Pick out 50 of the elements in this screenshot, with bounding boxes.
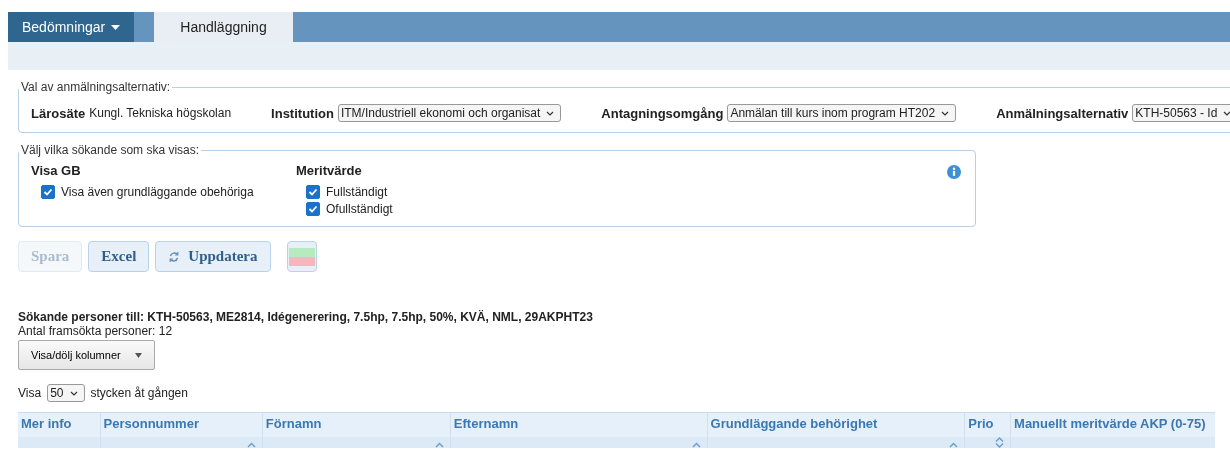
column-toggle-button[interactable]: Visa/dölj kolumner [18,340,155,370]
select-field[interactable]: KTH-50563 - Id [1132,104,1230,122]
chevron-down-icon [941,110,950,116]
column-header[interactable]: Efternamn [449,413,707,448]
caret-down-icon [134,352,142,358]
checkbox[interactable] [306,202,320,216]
result-count: Antal framsökta personer: 12 [18,324,174,338]
color-legend-button[interactable] [286,241,317,272]
info-icon[interactable] [947,165,961,179]
checkmark-icon [43,187,53,197]
column-header[interactable]: Mer info [18,413,100,448]
field-label: Institution [271,105,334,121]
checkbox[interactable] [41,185,55,199]
sort-ascending-icon[interactable] [691,442,701,448]
page-size-label: stycken åt gången [90,386,188,400]
checkbox-label: Ofullständigt [326,202,393,216]
fieldset-legend: Välj vilka sökande som ska visas: [19,143,202,157]
color-swatch-icon [288,247,315,266]
nav-tab[interactable]: Bedömningar [8,12,135,42]
checkbox[interactable] [306,185,320,199]
column-header[interactable]: Förnamn [261,413,450,448]
sort-ascending-icon[interactable] [246,442,256,448]
sort-icon[interactable] [995,437,1005,448]
group-title: Visa GB [31,163,82,178]
checkbox-label: Visa även grundläggande obehöriga [61,185,254,199]
select-field[interactable]: Anmälan till kurs inom program HT202 [727,104,957,122]
column-header[interactable]: Grundläggande behörighet [706,413,965,448]
field-value: Kungl. Tekniska högskolan [89,106,232,120]
checkbox-label: Fullständigt [326,185,388,199]
column-header[interactable]: Manuellt meritvärde AKP (0-75) [1010,413,1215,448]
chevron-down-icon [1223,110,1230,116]
column-header[interactable]: Personnummer [99,413,262,448]
action-button[interactable]: Excel [88,241,150,272]
field-label: Antagningsomgång [601,105,724,121]
select-field[interactable]: ITM/Industriell ekonomi och organisat [337,104,562,122]
page-size-label: Visa [18,386,42,400]
chevron-down-icon [546,110,555,116]
sort-ascending-icon[interactable] [434,442,444,448]
refresh-button[interactable]: Uppdatera [155,241,271,272]
group-title: Meritvärde [296,163,363,178]
page-size-select[interactable]: 50 [47,384,85,402]
results-heading: Sökande personer till: KTH-50563, ME2814, Idégenerering, 7.5hp, 7.5hp, 50%, KVÄ, NML, 29AKPHT23 [18,310,594,324]
column-header[interactable]: Prio [964,413,1011,448]
refresh-icon [168,250,181,263]
field-label: Anmälningsalternativ [996,105,1129,121]
sort-ascending-icon[interactable] [949,442,959,448]
nav-tab[interactable]: Handläggning [154,12,293,42]
fieldset-legend: Val av anmälningsalternativ: [19,80,173,94]
chevron-down-icon [69,390,78,396]
field-label: Lärosäte [31,105,86,121]
